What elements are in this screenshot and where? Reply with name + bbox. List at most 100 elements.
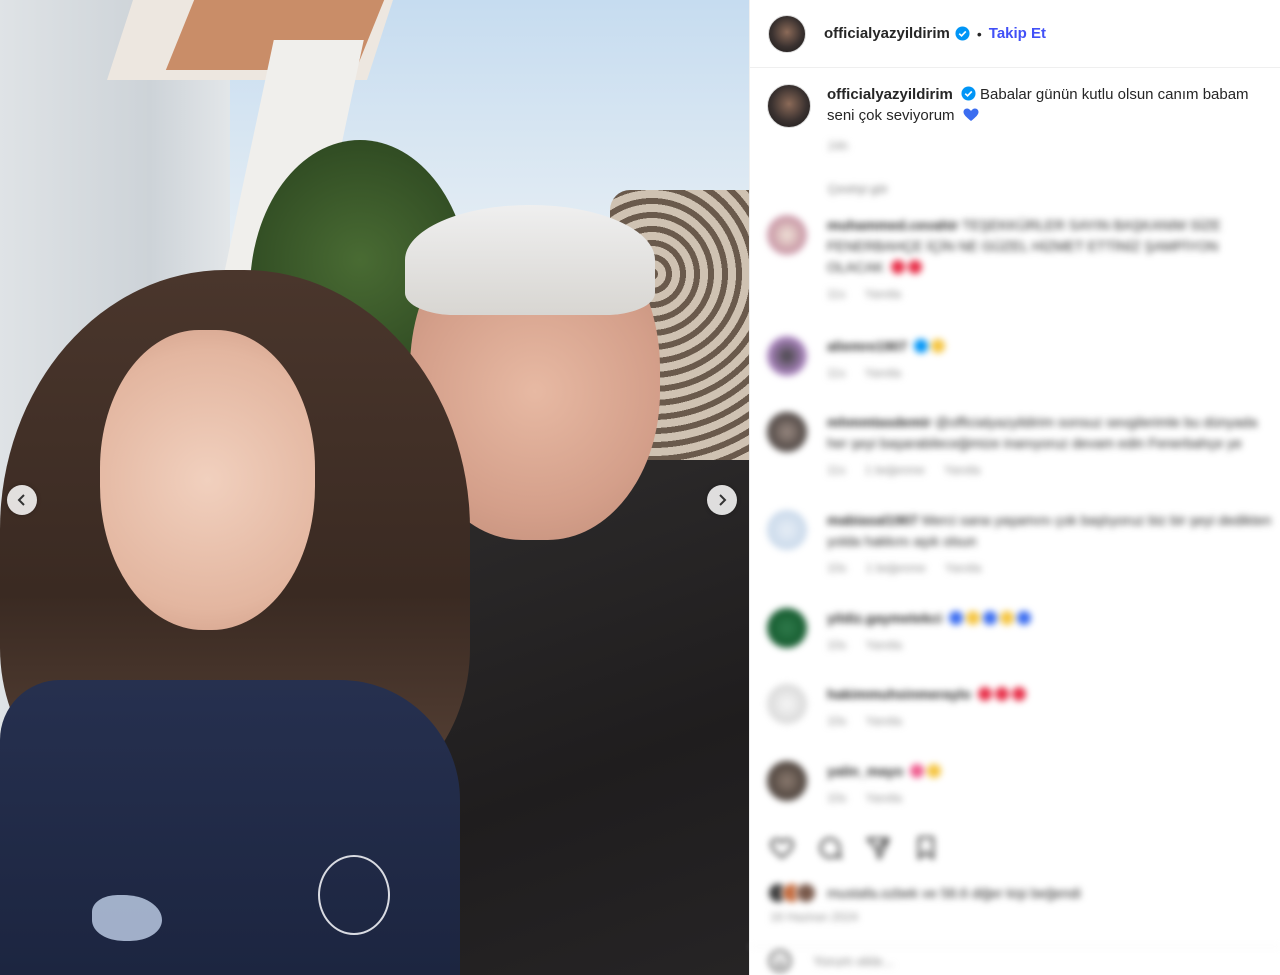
comment-item: muhammed.cevahir TEŞEKKÜRLER SAYIN BAŞKA…: [767, 215, 1277, 305]
comment-time: 11s: [827, 463, 846, 477]
comment-body: hakimmuhsinmeraylo 10s Yanıtla: [827, 684, 1275, 732]
comment-time: 10s: [827, 561, 847, 575]
reply-button[interactable]: Yanıtla: [865, 287, 901, 301]
emoji-icon[interactable]: [767, 948, 793, 974]
comment-avatar[interactable]: [767, 684, 807, 724]
comment-username[interactable]: mabiasal1907: [827, 512, 918, 528]
blue-heart-icon: [949, 611, 964, 625]
reply-button[interactable]: Yanıtla: [865, 366, 901, 380]
likes-text: mustafa.ozbek ve 58.6 diğer kişi beğendi: [827, 885, 1081, 901]
comment-item: mhmmtasdemir @officialyazyildirim sonsuz…: [767, 412, 1277, 481]
comment-username[interactable]: hakimmuhsinmeraylo: [827, 686, 971, 702]
comment-likes[interactable]: 1 beğenme: [865, 463, 925, 477]
yellow-heart-icon: [931, 339, 946, 353]
comment-item: aliemre1907 11s Yanıtla: [767, 336, 1277, 384]
comment-meta: 11s Yanıtla: [827, 363, 1275, 384]
header-username[interactable]: officialyazyildirim: [824, 25, 950, 42]
comment-body: yalin_mayo 10s Yanıtla: [827, 761, 1275, 809]
yellow-heart-icon: [1000, 611, 1015, 625]
reply-button[interactable]: Yanıtla: [944, 463, 980, 477]
comment-avatar[interactable]: [767, 336, 807, 376]
follow-button[interactable]: Takip Et: [989, 25, 1046, 42]
comment-username[interactable]: yalin_mayo: [827, 763, 903, 779]
post-date: 16 Haziran 2024: [770, 910, 859, 924]
save-button[interactable]: [911, 833, 941, 863]
red-heart-icon: [977, 687, 992, 701]
comment-item: yildiz.gaymetekci 10s Yanıtla: [767, 608, 1277, 656]
photo-girl-face: [100, 330, 315, 630]
reply-button[interactable]: Yanıtla: [865, 714, 901, 728]
red-heart-icon: [994, 687, 1009, 701]
comment-input[interactable]: Yorum ekle...: [813, 953, 894, 969]
yellow-heart-icon: [966, 611, 981, 625]
pink-heart-icon: [910, 764, 925, 778]
comment-avatar[interactable]: [767, 761, 807, 801]
comment-username[interactable]: aliemre1907: [827, 338, 907, 354]
comment-meta: 10s Yanıtla: [827, 711, 1275, 732]
comment-icon: [819, 837, 843, 859]
comment-meta: 10s Yanıtla: [827, 635, 1275, 656]
red-heart-icon: [890, 260, 905, 274]
red-heart-icon: [1011, 687, 1026, 701]
yellow-heart-icon: [927, 764, 942, 778]
verified-badge-icon: [955, 26, 970, 41]
separator-dot: •: [976, 25, 982, 42]
comment-username[interactable]: yildiz.gaymetekci: [827, 610, 942, 626]
comment-avatar[interactable]: [767, 412, 807, 452]
avatar[interactable]: [768, 14, 806, 53]
comment-likes[interactable]: 1 beğenme: [866, 561, 926, 575]
comment-username[interactable]: mhmmtasdemir: [827, 414, 931, 430]
like-button[interactable]: [767, 833, 797, 863]
previous-photo-button[interactable]: [7, 485, 37, 515]
reply-button[interactable]: Yanıtla: [945, 561, 981, 575]
comment-item: yalin_mayo 10s Yanıtla: [767, 761, 1277, 809]
see-translation-link[interactable]: Çeviriyi gör: [828, 182, 888, 196]
comment-avatar[interactable]: [767, 510, 807, 550]
comment-item: hakimmuhsinmeraylo 10s Yanıtla: [767, 684, 1277, 732]
comment-body: muhammed.cevahir TEŞEKKÜRLER SAYIN BAŞKA…: [827, 215, 1275, 305]
post-header: officialyazyildirim • Takip Et: [750, 0, 1280, 68]
comment-avatar[interactable]: [767, 608, 807, 648]
comment-body: yildiz.gaymetekci 10s Yanıtla: [827, 608, 1275, 656]
comment-avatar[interactable]: [767, 215, 807, 255]
comment-body: mhmmtasdemir @officialyazyildirim sonsuz…: [827, 412, 1275, 481]
comment-time: 10s: [827, 791, 847, 805]
caption-text-block: officialyazyildirim Babalar günün kutlu …: [827, 84, 1277, 128]
chevron-right-icon: [719, 494, 727, 506]
photo-shirt-logo: [92, 895, 162, 941]
blue-heart-icon: [963, 108, 979, 121]
reply-button[interactable]: Yanıtla: [865, 791, 901, 805]
chevron-left-icon: [17, 494, 25, 506]
heart-icon: [770, 838, 794, 859]
bookmark-icon: [917, 836, 935, 860]
comment-time: 11s: [827, 287, 846, 301]
red-heart-icon: [907, 260, 922, 274]
comment-meta: 11s Yanıtla: [827, 284, 1275, 305]
comment-button[interactable]: [815, 833, 845, 863]
post-photo: [0, 0, 749, 975]
comment-time: 11s: [827, 366, 846, 380]
add-comment-bar: Yorum ekle...: [750, 946, 1280, 975]
comment-time: 10s: [827, 714, 847, 728]
verified-badge-icon: [914, 339, 929, 353]
reply-button[interactable]: Yanıtla: [865, 638, 901, 652]
next-photo-button[interactable]: [707, 485, 737, 515]
caption-username[interactable]: officialyazyildirim: [827, 86, 953, 103]
share-button[interactable]: [863, 833, 893, 863]
caption-avatar[interactable]: [767, 84, 811, 128]
photo-girl-shirt: [0, 680, 460, 975]
comment-meta: 11s 1 beğenme Yanıtla: [827, 460, 1275, 481]
comment-username[interactable]: muhammed.cevahir: [827, 217, 959, 233]
comment-meta: 10s 1 beğenme Yanıtla: [827, 558, 1275, 579]
blue-heart-icon: [1017, 611, 1032, 625]
post-sidebar: officialyazyildirim • Takip Et officialy…: [749, 0, 1280, 975]
comment-body: aliemre1907 11s Yanıtla: [827, 336, 1275, 384]
photo-man-hair: [405, 205, 655, 315]
post-caption: officialyazyildirim Babalar günün kutlu …: [767, 84, 1277, 128]
comment-meta: 10s Yanıtla: [827, 788, 1275, 809]
comment-time: 10s: [827, 638, 847, 652]
post-actions: [767, 833, 941, 863]
likes-summary[interactable]: mustafa.ozbek ve 58.6 diğer kişi beğendi: [767, 882, 1081, 904]
caption-time: 24h: [828, 139, 849, 153]
comment-item: mabiasal1907 Merci sana yaşamını çok baş…: [767, 510, 1277, 579]
